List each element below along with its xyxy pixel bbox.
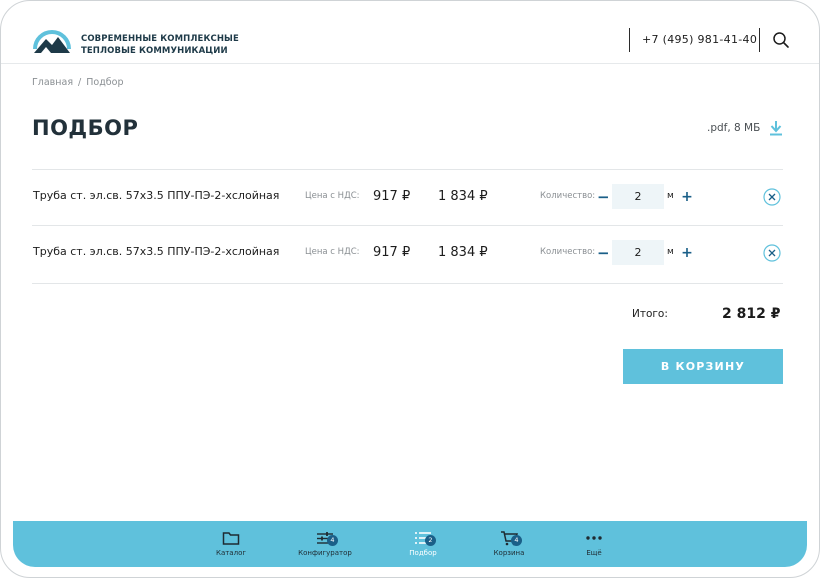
decrease-quantity-button[interactable]: − [597,186,610,208]
nav-item-more[interactable]: Ещё [554,521,634,567]
remove-item-icon[interactable] [763,188,781,206]
product-name[interactable]: Труба ст. эл.св. 57х3.5 ППУ-ПЭ-2-хслойна… [33,189,279,202]
total-value: 2 812 ₽ [722,306,781,322]
unit-label: м [667,247,674,257]
quantity-input[interactable] [612,184,664,209]
total-label: Итого: [632,308,668,320]
nav-badge: 4 [327,535,338,546]
quantity-input[interactable] [612,240,664,265]
quantity-label: Количество: [540,191,596,201]
row-total: 1 834 ₽ [438,189,488,204]
more-dots-icon [586,536,602,540]
price-label: Цена с НДС: [305,247,360,257]
increase-quantity-button[interactable]: + [680,242,694,264]
unit-label: м [667,191,674,201]
nav-label: Корзина [493,549,525,557]
table-row: Труба ст. эл.св. 57х3.5 ППУ-ПЭ-2-хслойна… [32,169,783,225]
add-to-cart-button[interactable]: В КОРЗИНУ [623,349,783,384]
search-icon[interactable] [772,31,790,49]
company-logo-icon[interactable] [32,19,72,55]
breadcrumb: Главная / Подбор [32,77,123,88]
breadcrumb-home-link[interactable]: Главная [32,77,73,88]
row-total: 1 834 ₽ [438,245,488,260]
nav-item-catalog[interactable]: Каталог [191,521,271,567]
price-label: Цена с НДС: [305,191,360,201]
breadcrumb-separator: / [78,77,82,88]
nav-item-cart[interactable]: 4 Корзина [469,521,549,567]
nav-badge: 4 [511,535,522,546]
app-frame: СОВРЕМЕННЫЕ КОМПЛЕКСНЫЕ ТЕПЛОВЫЕ КОММУНИ… [0,0,820,578]
brand-name: СОВРЕМЕННЫЕ КОМПЛЕКСНЫЕ ТЕПЛОВЫЕ КОММУНИ… [81,34,239,56]
unit-price: 917 ₽ [373,189,411,204]
folder-icon [222,532,240,545]
nav-item-selection[interactable]: 2 Подбор [383,521,463,567]
page-title: ПОДБОР [32,116,139,140]
product-name[interactable]: Труба ст. эл.св. 57х3.5 ППУ-ПЭ-2-хслойна… [33,245,279,258]
nav-label: Каталог [215,549,247,557]
divider [32,283,783,284]
nav-badge: 2 [425,535,436,546]
quantity-label: Количество: [540,247,596,257]
download-icon[interactable] [769,120,783,136]
divider [759,28,760,52]
divider [629,28,630,52]
remove-item-icon[interactable] [763,244,781,262]
nav-item-configurator[interactable]: 4 Конфигуратор [285,521,365,567]
pdf-size-label[interactable]: .pdf, 8 МБ [707,122,760,134]
unit-price: 917 ₽ [373,245,411,260]
header: СОВРЕМЕННЫЕ КОМПЛЕКСНЫЕ ТЕПЛОВЫЕ КОММУНИ… [1,1,819,64]
nav-label: Конфигуратор [298,549,352,557]
decrease-quantity-button[interactable]: − [597,242,610,264]
table-row: Труба ст. эл.св. 57х3.5 ППУ-ПЭ-2-хслойна… [32,225,783,281]
phone-link[interactable]: +7 (495) 981-41-40 [642,33,757,46]
increase-quantity-button[interactable]: + [680,186,694,208]
breadcrumb-current: Подбор [86,77,124,88]
bottom-nav: Каталог 4 Конфигуратор 2 Подбор 4 Корзин… [13,521,807,567]
nav-label: Ещё [586,549,602,557]
nav-label: Подбор [409,549,437,557]
